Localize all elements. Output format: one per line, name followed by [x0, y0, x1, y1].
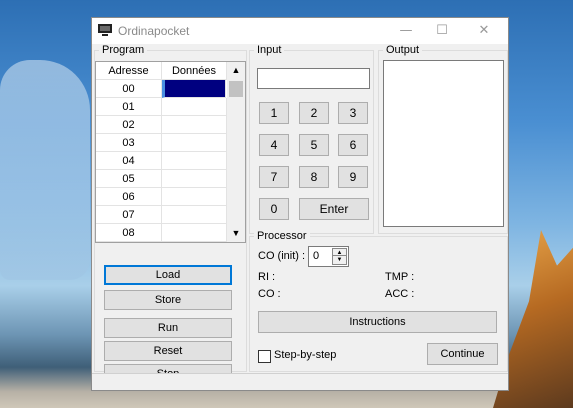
close-button[interactable]: ✕ — [464, 18, 504, 44]
processor-group: Processor CO (init) : 0 ▲ ▼ RI : TMP : C… — [249, 230, 508, 372]
maximize-button[interactable]: ☐ — [422, 18, 462, 44]
data-cell[interactable] — [162, 98, 227, 116]
data-cell[interactable] — [162, 188, 227, 206]
output-group-title: Output — [383, 44, 423, 57]
table-row[interactable]: 04 — [96, 152, 227, 170]
table-row[interactable]: 02 — [96, 116, 227, 134]
key-9[interactable]: 9 — [338, 166, 368, 188]
co-init-label: CO (init) : — [258, 250, 306, 262]
input-group-title: Input — [254, 44, 285, 57]
key-6[interactable]: 6 — [338, 134, 368, 156]
data-cell[interactable] — [162, 224, 227, 242]
data-cell[interactable] — [162, 134, 227, 152]
table-row[interactable]: 08 — [96, 224, 227, 242]
key-0[interactable]: 0 — [259, 198, 289, 220]
key-2[interactable]: 2 — [299, 102, 329, 124]
acc-label: ACC : — [385, 288, 415, 300]
table-header: Adresse Données — [96, 62, 227, 80]
enter-button[interactable]: Enter — [299, 198, 369, 220]
key-7[interactable]: 7 — [259, 166, 289, 188]
table-row[interactable]: 03 — [96, 134, 227, 152]
address-cell: 02 — [96, 116, 162, 134]
table-row[interactable]: 00 — [96, 80, 227, 98]
output-group: Output — [378, 44, 508, 234]
address-cell: 06 — [96, 188, 162, 206]
table-row[interactable]: 01 — [96, 98, 227, 116]
load-button[interactable]: Load — [104, 265, 232, 285]
scroll-down-icon[interactable]: ▼ — [227, 225, 245, 242]
title-bar[interactable]: Ordinapocket — ☐ ✕ — [92, 18, 508, 44]
continue-button[interactable]: Continue — [427, 343, 498, 365]
co-init-value[interactable]: 0 — [313, 250, 319, 262]
step-by-step-label[interactable]: Step-by-step — [274, 349, 336, 361]
column-header-donnees[interactable]: Données — [162, 62, 227, 80]
address-cell: 03 — [96, 134, 162, 152]
scroll-up-icon[interactable]: ▲ — [227, 62, 245, 79]
key-3[interactable]: 3 — [338, 102, 368, 124]
input-field[interactable] — [257, 68, 370, 89]
table-rows: 00 01 02 03 04 05 06 07 08 — [96, 80, 227, 242]
data-cell[interactable] — [162, 116, 227, 134]
address-cell: 00 — [96, 80, 162, 98]
vertical-scrollbar[interactable]: ▲ ▼ — [227, 62, 245, 242]
window-title: Ordinapocket — [118, 24, 190, 38]
key-1[interactable]: 1 — [259, 102, 289, 124]
data-cell[interactable] — [162, 80, 226, 98]
status-bar — [92, 373, 508, 390]
key-5[interactable]: 5 — [299, 134, 329, 156]
address-cell: 04 — [96, 152, 162, 170]
ri-label: RI : — [258, 271, 276, 283]
data-cell[interactable] — [162, 152, 227, 170]
step-by-step-checkbox[interactable] — [258, 350, 271, 363]
instructions-button[interactable]: Instructions — [258, 311, 497, 333]
key-8[interactable]: 8 — [299, 166, 329, 188]
processor-group-title: Processor — [254, 230, 310, 243]
data-cell[interactable] — [162, 170, 227, 188]
scrollbar-thumb[interactable] — [229, 81, 243, 97]
program-group-title: Program — [99, 44, 148, 57]
address-cell: 05 — [96, 170, 162, 188]
data-cell[interactable] — [162, 206, 227, 224]
table-row[interactable]: 07 — [96, 206, 227, 224]
output-area[interactable] — [383, 60, 504, 227]
column-header-adresse[interactable]: Adresse — [96, 62, 162, 80]
app-window: Ordinapocket — ☐ ✕ Program Adresse Donné… — [91, 17, 509, 391]
address-cell: 08 — [96, 224, 162, 242]
program-table: Adresse Données 00 01 02 03 04 05 06 07 08 ▲ ▼ — [95, 61, 246, 243]
co-init-stepper[interactable]: 0 ▲ ▼ — [308, 246, 349, 267]
address-cell: 01 — [96, 98, 162, 116]
stepper-down-icon[interactable]: ▼ — [332, 255, 347, 265]
co-label: CO : — [258, 288, 281, 300]
program-group: Program Adresse Données 00 01 02 03 04 05 06 07… — [94, 44, 247, 384]
computer-icon — [98, 24, 112, 36]
reset-button[interactable]: Reset — [104, 341, 232, 361]
tmp-label: TMP : — [385, 271, 415, 283]
minimize-button[interactable]: — — [386, 18, 426, 44]
key-4[interactable]: 4 — [259, 134, 289, 156]
input-group: Input 1 2 3 4 5 6 7 8 9 0 Enter — [249, 44, 374, 234]
store-button[interactable]: Store — [104, 290, 232, 310]
address-cell: 07 — [96, 206, 162, 224]
run-button[interactable]: Run — [104, 318, 232, 338]
desktop-cloud — [0, 60, 90, 280]
table-row[interactable]: 06 — [96, 188, 227, 206]
table-row[interactable]: 05 — [96, 170, 227, 188]
